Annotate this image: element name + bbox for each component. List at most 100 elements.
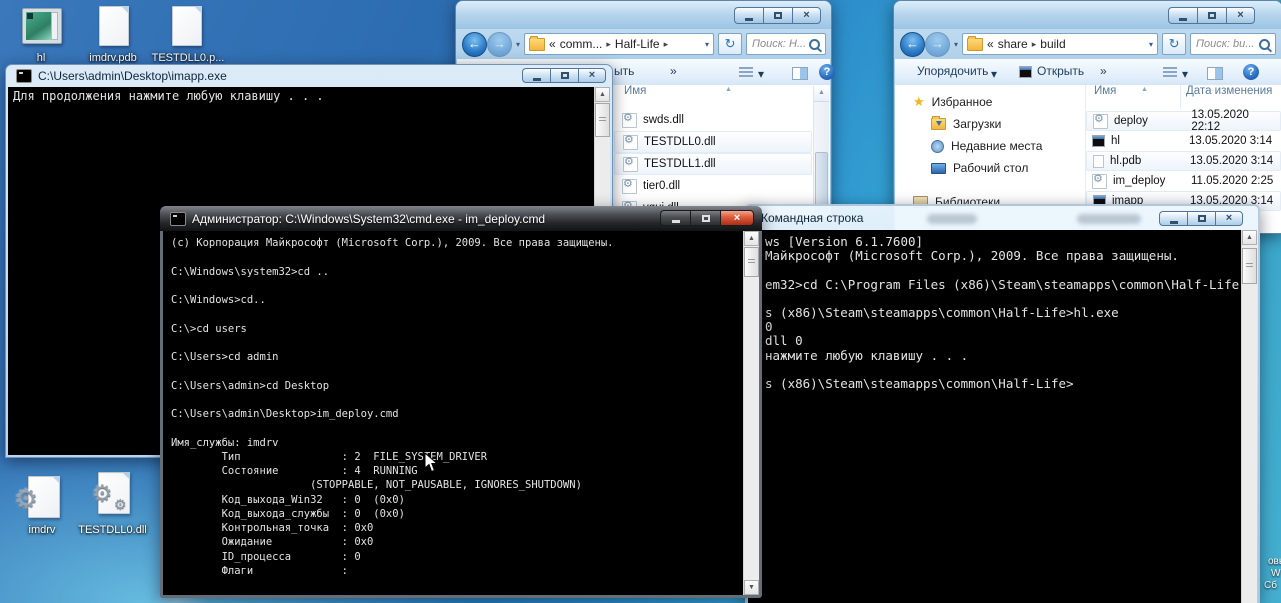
file-row[interactable]: ⚙ TESTDLL0.dll [614,131,812,153]
organize-caret-icon[interactable]: ▾ [991,67,997,81]
imapp-titlebar[interactable]: C:\Users\admin\Desktop\imapp.exe × [6,65,612,87]
maximize-button[interactable] [550,68,578,83]
minimize-button[interactable] [660,210,690,226]
scrollbar-thumb[interactable] [815,152,828,212]
search-input[interactable]: Поиск: bu... [1190,33,1276,55]
close-button[interactable]: × [1215,211,1243,226]
crumb-arrow-icon[interactable]: ▸ [664,39,669,50]
scrollbar[interactable]: ▲ [1241,230,1257,603]
explorer1-titlebar[interactable]: × [456,1,831,29]
scroll-up-icon[interactable]: ▲ [1242,230,1257,245]
sidebar-item-recent[interactable]: Недавние места [931,137,1042,155]
desktop-label-imdrv-pdb[interactable]: imdrv.pdb [78,52,148,64]
toolbar-more-button[interactable]: » [670,64,677,78]
close-button[interactable]: × [792,7,821,24]
desktop-label-imdrv[interactable]: imdrv [7,524,77,536]
search-input[interactable]: Поиск: H... [746,33,826,55]
history-caret-icon[interactable]: ▾ [954,40,958,49]
sidebar-item-desktop[interactable]: Рабочий стол [931,159,1028,177]
desktop-icon-hl[interactable] [22,8,62,44]
desktop-label-testdll0-dll[interactable]: TESTDLL0.dll [75,524,150,536]
open-button-fragment[interactable]: ыть [614,64,634,78]
file-row[interactable]: hl 13.05.2020 3:14 [1086,131,1281,151]
help-button[interactable]: ? [1243,64,1259,80]
scrollbar[interactable]: ▲ ▼ [743,231,759,595]
forward-button[interactable]: → [487,32,512,57]
file-row[interactable]: ⚙ swds.dll [614,109,812,131]
explorer2-titlebar[interactable]: × [894,1,1281,29]
maximize-button[interactable] [1187,211,1215,226]
scroll-up-icon[interactable]: ▲ [744,231,759,246]
address-dropdown-icon[interactable]: ▾ [1149,40,1153,49]
desktop-icon-imdrv-pdb[interactable] [99,6,129,46]
views-icon[interactable] [1163,67,1177,78]
column-header-date[interactable]: Дата изменения [1186,85,1272,109]
history-caret-icon[interactable]: ▾ [516,40,520,49]
back-button[interactable]: ← [462,32,487,57]
desktop-label-testdll0-p[interactable]: TESTDLL0.p... [151,52,225,64]
scroll-down-icon[interactable]: ▼ [744,580,759,595]
scrollbar-thumb[interactable] [1242,248,1257,284]
maximize-button[interactable] [690,210,720,226]
dll-file-icon: ⚙ [623,135,638,150]
address-bar[interactable]: « comm... ▸ Half-Life ▸ ▾ [524,33,714,55]
views-caret-icon[interactable]: ▾ [758,67,764,81]
back-button[interactable]: ← [900,32,925,57]
hl-app-icon-scrollbar [51,12,58,40]
breadcrumb-crumb[interactable]: share [998,37,1028,51]
breadcrumb-crumb[interactable]: build [1040,37,1065,51]
refresh-button[interactable]: ↻ [1162,33,1186,55]
minimize-button[interactable] [734,7,763,24]
scroll-up-icon[interactable]: ▲ [595,87,610,102]
minimize-button[interactable] [522,68,550,83]
close-button[interactable]: × [578,68,606,83]
file-row[interactable]: ⚙ im_deploy 11.05.2020 2:25 [1086,171,1281,191]
address-bar[interactable]: « share ▸ build ▾ [962,33,1158,55]
maximize-button[interactable] [1197,7,1226,24]
breadcrumb-chevron[interactable]: « [549,37,556,51]
cmd-prompt-titlebar[interactable]: Командная строка × [747,206,1258,230]
refresh-button[interactable]: ↻ [718,33,742,55]
file-row[interactable]: ⚙ TESTDLL1.dll [614,153,812,175]
breadcrumb-crumb[interactable]: Half-Life [615,37,660,51]
sort-ascending-icon[interactable]: ▲ [1141,86,1148,93]
file-row[interactable]: ⚙ tier0.dll [614,175,812,197]
breadcrumb-crumb[interactable]: comm... [560,37,603,51]
forward-button[interactable]: → [925,32,950,57]
views-icon[interactable] [739,67,753,78]
scroll-up-icon[interactable]: ▲ [814,86,829,102]
open-button[interactable]: Открыть [1037,64,1084,78]
scrollbar-thumb[interactable] [744,247,759,277]
minimize-button[interactable] [1168,7,1197,24]
column-header-name[interactable]: Имя [624,85,646,109]
cmd-admin-titlebar[interactable]: Администратор: C:\Windows\System32\cmd.e… [160,206,762,231]
crumb-arrow-icon[interactable]: ▸ [606,39,611,50]
sidebar-item-downloads[interactable]: Загрузки [931,115,1001,133]
file-row[interactable]: hl.pdb 13.05.2020 3:14 [1086,151,1281,171]
sort-ascending-icon[interactable]: ▲ [725,86,732,93]
close-button[interactable]: × [720,210,754,226]
sidebar-item-favorites[interactable]: ★ Избранное [913,93,992,111]
open-button-icon [1019,66,1032,78]
preview-pane-icon[interactable] [792,67,808,80]
search-icon [809,39,820,50]
crumb-arrow-icon[interactable]: ▸ [1032,39,1037,50]
column-header-name[interactable]: Имя [1094,85,1116,109]
blurred-content [1077,214,1141,224]
views-caret-icon[interactable]: ▾ [1182,67,1188,81]
scrollbar-thumb[interactable] [595,103,610,137]
file-row[interactable]: ⚙ deploy 13.05.2020 22:12 [1086,111,1281,131]
address-dropdown-icon[interactable]: ▾ [705,40,709,49]
toolbar-more-button[interactable]: » [1100,64,1107,78]
desktop-icon-testdll0-p[interactable] [172,6,202,46]
desktop-label-hl[interactable]: hl [6,52,76,64]
breadcrumb-chevron[interactable]: « [987,37,994,51]
maximize-button[interactable] [763,7,792,24]
help-button[interactable]: ? [819,64,835,80]
preview-pane-icon[interactable] [1207,67,1223,80]
scrollbar[interactable]: ▲ [813,86,829,217]
close-button[interactable]: × [1226,7,1255,24]
column-divider[interactable] [1180,85,1181,109]
minimize-button[interactable] [1159,211,1187,226]
organize-button[interactable]: Упорядочить [917,64,988,78]
